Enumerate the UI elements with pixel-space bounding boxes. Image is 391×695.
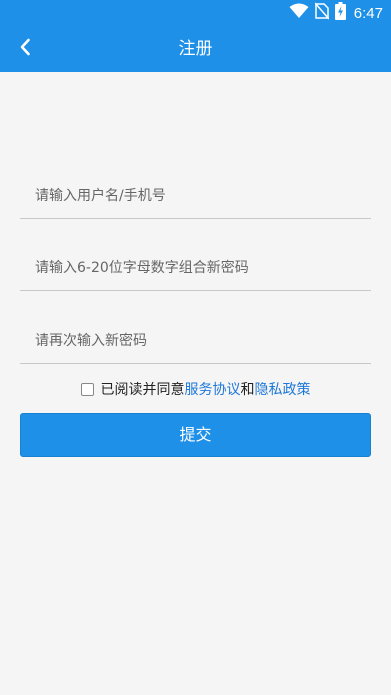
status-bar: 6:47 (0, 0, 391, 26)
no-sim-icon (314, 2, 330, 24)
back-button[interactable] (10, 34, 40, 64)
username-input[interactable] (20, 174, 371, 218)
status-icons: 6:47 (289, 2, 383, 24)
chevron-left-icon (19, 38, 31, 60)
agreement-and: 和 (240, 382, 255, 398)
service-agreement-link[interactable]: 服务协议 (185, 379, 241, 399)
agreement-checkbox[interactable] (80, 382, 94, 396)
password-input[interactable] (20, 246, 371, 290)
password-field-container (20, 246, 371, 291)
battery-charging-icon (334, 2, 346, 24)
wifi-icon (289, 3, 309, 23)
status-time: 6:47 (353, 4, 383, 22)
confirm-password-input[interactable] (20, 319, 371, 363)
agreement-row: 已阅读并同意 服务协议 和 隐私政策 (0, 378, 391, 400)
agreement-prefix: 已阅读并同意 (100, 382, 185, 398)
username-field-container (20, 174, 371, 219)
submit-button[interactable]: 提交 (20, 413, 371, 457)
privacy-policy-link[interactable]: 隐私政策 (255, 379, 311, 399)
confirm-password-field-container (20, 319, 371, 364)
app-bar: 注册 (0, 26, 391, 72)
page-title: 注册 (178, 39, 213, 59)
